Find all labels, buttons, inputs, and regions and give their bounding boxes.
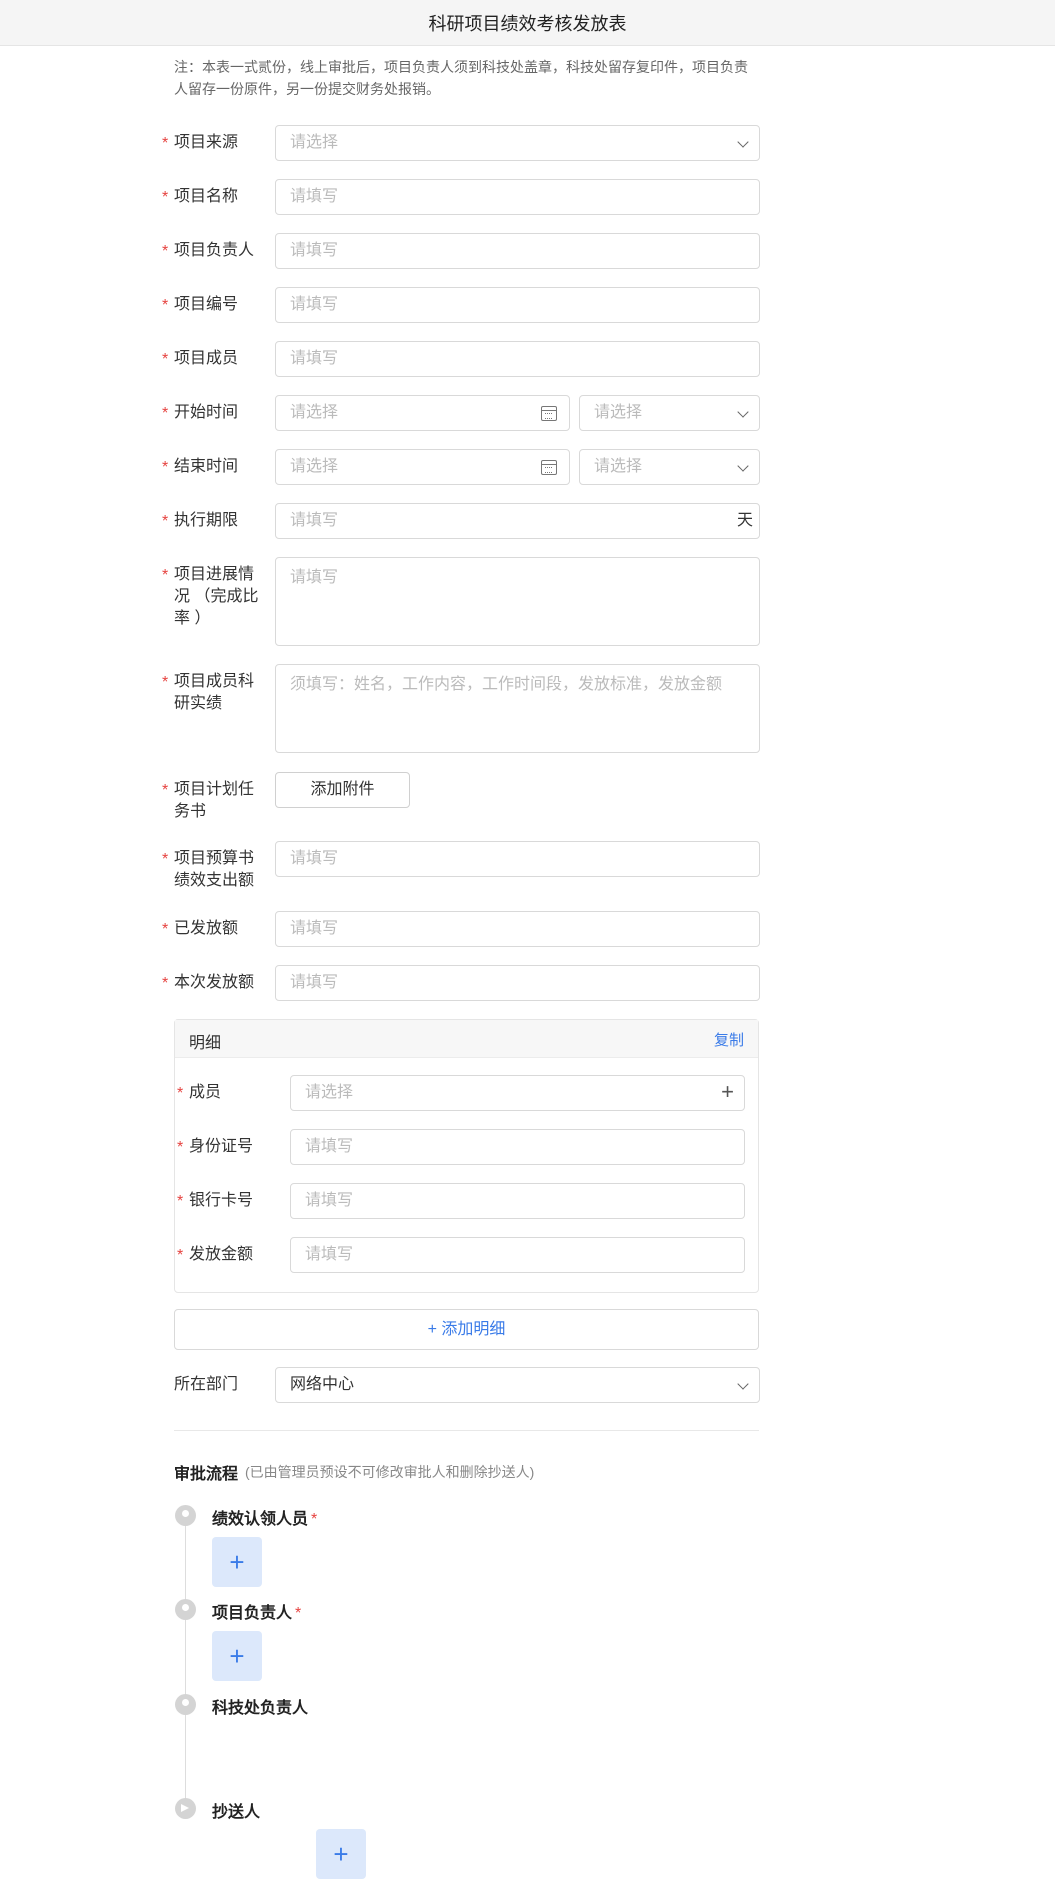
field-label: * 开始时间 [162,404,239,422]
approval-node-3: 科技处负责人 [212,1700,309,1717]
user-icon [175,1599,196,1620]
send-icon [175,1798,196,1819]
add-cc-button[interactable]: + [316,1829,366,1879]
department-select[interactable]: 网络中心 [275,1367,760,1403]
source-select[interactable]: 请选择 [275,125,760,161]
field-label: * 项目编号 [162,296,239,314]
approval-title: 审批流程 [174,1466,239,1483]
approval-node-1: 绩效认领人员 * [212,1511,318,1528]
project-members-input[interactable]: 请填写 [275,341,760,377]
field-label: 所在部门 [174,1376,239,1393]
member-select[interactable]: 请选择 + [290,1075,745,1111]
calendar-icon [541,406,557,421]
calendar-icon [541,460,557,475]
field-label: * 结束时间 [162,458,239,476]
unit-label: 天 [736,512,753,529]
add-detail-button[interactable]: + 添加明细 [174,1309,759,1350]
add-approver-button[interactable]: + [212,1631,262,1681]
budget-input[interactable]: 请填写 [275,841,760,877]
field-label: * 项目负责人 [162,242,255,260]
field-label: * 项目计划任务书 [162,781,255,820]
start-time-select[interactable]: 请选择 [579,395,760,431]
field-label: * 项目名称 [162,188,239,206]
period-input[interactable]: 请填写 天 [275,503,760,539]
chevron-down-icon [737,1378,749,1390]
start-date-picker[interactable]: 请选择 [275,395,570,431]
achievements-textarea[interactable]: 须填写：姓名，工作内容，工作时间段，发放标准，发放金额 [275,664,760,753]
field-label: * 项目成员科研实绩 [162,673,255,712]
field-label: * 项目预算书绩效支出额 [162,850,255,889]
detail-title: 明细 [189,1035,222,1052]
form-note: 注：本表一式贰份，线上审批后，项目负责人须到科技处盖章，科技处留存复印件，项目负… [174,59,748,97]
id-number-input[interactable]: 请填写 [290,1129,745,1165]
field-label: * 已发放额 [162,920,239,938]
copy-link[interactable]: 复制 [714,1029,744,1050]
end-time-select[interactable]: 请选择 [579,449,760,485]
divider [174,1430,759,1431]
field-label: * 项目进展情况 （完成比率 ） [162,566,259,627]
end-date-picker[interactable]: 请选择 [275,449,570,485]
detail-section: 明细 复制 * 成员 请选择 + * 身份证号 请填写 * 银行卡号 请填写 * 发放金… [174,1019,759,1293]
current-amount-input[interactable]: 请填写 [275,965,760,1001]
amount-input[interactable]: 请填写 [290,1237,745,1273]
field-label: * 本次发放额 [162,974,255,992]
issued-amount-input[interactable]: 请填写 [275,911,760,947]
chevron-down-icon [737,406,749,418]
required-mark: * [162,135,169,152]
field-label: * 项目成员 [162,350,239,368]
project-number-input[interactable]: 请填写 [275,287,760,323]
detail-header: 明细 复制 [175,1020,758,1058]
chevron-down-icon [737,136,749,148]
approval-node-cc: 抄送人 [212,1804,261,1821]
project-leader-input[interactable]: 请填写 [275,233,760,269]
user-icon [175,1694,196,1715]
timeline-line [185,1520,186,1810]
field-label: * 执行期限 [162,512,239,530]
approval-subtitle: (已由管理员预设不可修改审批人和删除抄送人) [245,1464,535,1480]
bank-card-input[interactable]: 请填写 [290,1183,745,1219]
project-name-input[interactable]: 请填写 [275,179,760,215]
plus-icon[interactable]: + [721,1076,734,1108]
page-title: 科研项目绩效考核发放表 [428,13,627,34]
add-approver-button[interactable]: + [212,1537,262,1587]
add-attachment-button[interactable]: 添加附件 [275,772,410,808]
progress-textarea[interactable]: 请填写 [275,557,760,646]
approval-node-2: 项目负责人 * [212,1605,302,1622]
field-label: * 项目来源 [162,132,272,154]
user-icon [175,1505,196,1526]
chevron-down-icon [737,460,749,472]
title-bar: 科研项目绩效考核发放表 [0,0,1055,46]
